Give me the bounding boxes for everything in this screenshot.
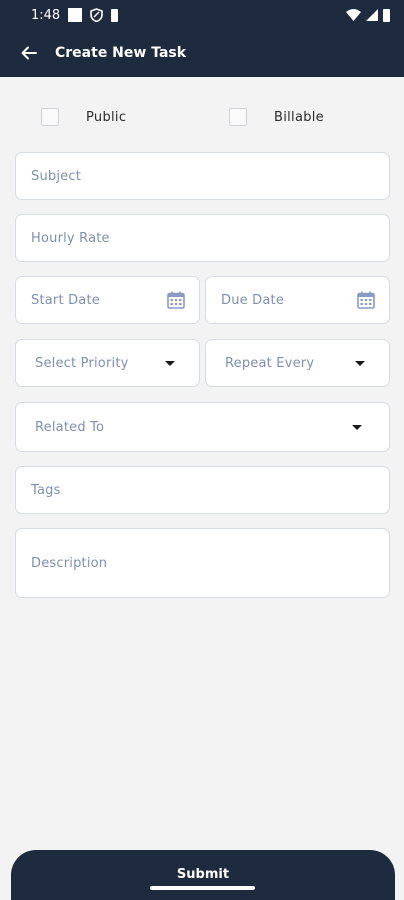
- checkbox-row: Public Billable: [0, 108, 404, 132]
- notification-icon: [68, 8, 83, 22]
- tags-placeholder: Tags: [31, 482, 61, 498]
- related-to-select[interactable]: Related To: [15, 402, 390, 452]
- hourly-rate-placeholder: Hourly Rate: [31, 230, 110, 246]
- calendar-icon[interactable]: [166, 290, 186, 310]
- start-date-field[interactable]: Start Date: [15, 276, 200, 324]
- tags-field[interactable]: Tags: [15, 466, 390, 514]
- battery-icon: [383, 8, 390, 22]
- public-checkbox-label: Public: [86, 109, 127, 125]
- related-to-placeholder: Related To: [35, 419, 105, 435]
- due-date-field[interactable]: Due Date: [205, 276, 390, 324]
- back-button[interactable]: [18, 42, 40, 64]
- signal-icon: [366, 9, 378, 21]
- due-date-placeholder: Due Date: [221, 292, 285, 308]
- public-checkbox-box[interactable]: [41, 108, 59, 126]
- billable-checkbox-box[interactable]: [229, 108, 247, 126]
- submit-button[interactable]: Submit: [11, 850, 395, 900]
- priority-select[interactable]: Select Priority: [15, 339, 200, 387]
- status-bar: 1:48: [0, 0, 404, 30]
- hourly-rate-field[interactable]: Hourly Rate: [15, 214, 390, 262]
- priority-placeholder: Select Priority: [35, 355, 129, 371]
- billable-checkbox[interactable]: Billable: [229, 108, 324, 126]
- dropdown-caret-icon: [165, 361, 175, 366]
- page-title: Create New Task: [55, 45, 187, 61]
- wifi-icon: [346, 9, 361, 21]
- app-bar: Create New Task: [0, 34, 404, 72]
- billable-checkbox-label: Billable: [274, 109, 324, 125]
- description-field[interactable]: Description: [15, 528, 390, 598]
- battery-saver-icon: [111, 8, 119, 22]
- shield-icon: [90, 8, 104, 22]
- repeat-every-select[interactable]: Repeat Every: [205, 339, 390, 387]
- dropdown-caret-icon: [352, 425, 362, 430]
- back-arrow-icon: [21, 46, 37, 60]
- submit-label: Submit: [176, 867, 230, 882]
- repeat-placeholder: Repeat Every: [225, 355, 315, 371]
- dropdown-caret-icon: [355, 361, 365, 366]
- description-placeholder: Description: [31, 555, 108, 571]
- subject-field[interactable]: Subject: [15, 152, 390, 200]
- start-date-placeholder: Start Date: [31, 292, 100, 308]
- status-time: 1:48: [31, 7, 61, 23]
- subject-placeholder: Subject: [31, 168, 81, 184]
- gesture-home-bar[interactable]: [150, 886, 255, 890]
- calendar-icon[interactable]: [356, 290, 376, 310]
- top-bar: 1:48 Create New Task: [0, 0, 404, 77]
- public-checkbox[interactable]: Public: [41, 108, 126, 126]
